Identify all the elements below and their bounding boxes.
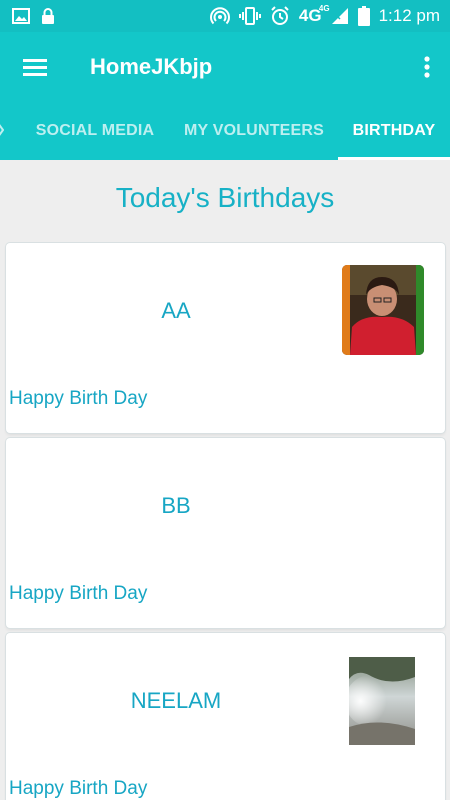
tab-previous-partial[interactable] — [0, 122, 5, 138]
birthday-list: AA Happy Birth Day BB Happy Birth Day NE… — [6, 243, 445, 800]
network-small-label: 4G — [318, 4, 330, 13]
app-toolbar: HomeJKbjp — [0, 32, 450, 102]
menu-icon — [23, 59, 47, 76]
menu-button[interactable] — [0, 32, 70, 102]
tab-my-volunteers[interactable]: MY VOLUNTEERS — [176, 102, 332, 160]
birthday-person-name: NEELAM — [130, 688, 222, 713]
birthday-person-name: AA — [161, 298, 191, 323]
status-bar: 4G 4G 1:12 pm — [0, 0, 450, 32]
overflow-menu-button[interactable] — [404, 32, 450, 102]
alarm-icon — [270, 6, 290, 26]
vibrate-icon — [238, 7, 261, 25]
birthday-wish-text: Happy Birth Day — [9, 583, 148, 604]
birthday-wish-text: Happy Birth Day — [9, 388, 148, 409]
birthday-card[interactable]: BB Happy Birth Day — [6, 438, 445, 628]
lock-icon — [40, 7, 56, 25]
signal-icon — [331, 7, 349, 25]
person-photo — [342, 265, 424, 355]
person-photo — [349, 657, 415, 745]
battery-icon — [357, 6, 370, 26]
hotspot-icon — [209, 7, 230, 25]
tab-birthday[interactable]: BIRTHDAY — [338, 102, 450, 160]
overflow-menu-icon — [424, 56, 430, 78]
status-left — [12, 7, 56, 25]
birthday-wish-text: Happy Birth Day — [9, 778, 148, 799]
birthday-card[interactable]: AA Happy Birth Day — [6, 243, 445, 433]
status-right: 4G 4G 1:12 pm — [209, 4, 440, 26]
birthday-person-name: BB — [161, 493, 191, 518]
birthday-card[interactable]: NEELAM Happy Birth Day — [6, 633, 445, 800]
app-title: HomeJKbjp — [90, 54, 213, 79]
section-title: Today's Birthdays — [115, 182, 335, 213]
status-time: 1:12 pm — [378, 6, 440, 25]
tab-social-media[interactable]: SOCIAL MEDIA — [28, 102, 162, 160]
gallery-icon — [12, 8, 30, 24]
network-type-label: 4G 4G — [299, 4, 330, 26]
tab-active-indicator — [338, 157, 450, 160]
tab-bar: SOCIAL MEDIA MY VOLUNTEERS BIRTHDAY — [0, 102, 450, 160]
